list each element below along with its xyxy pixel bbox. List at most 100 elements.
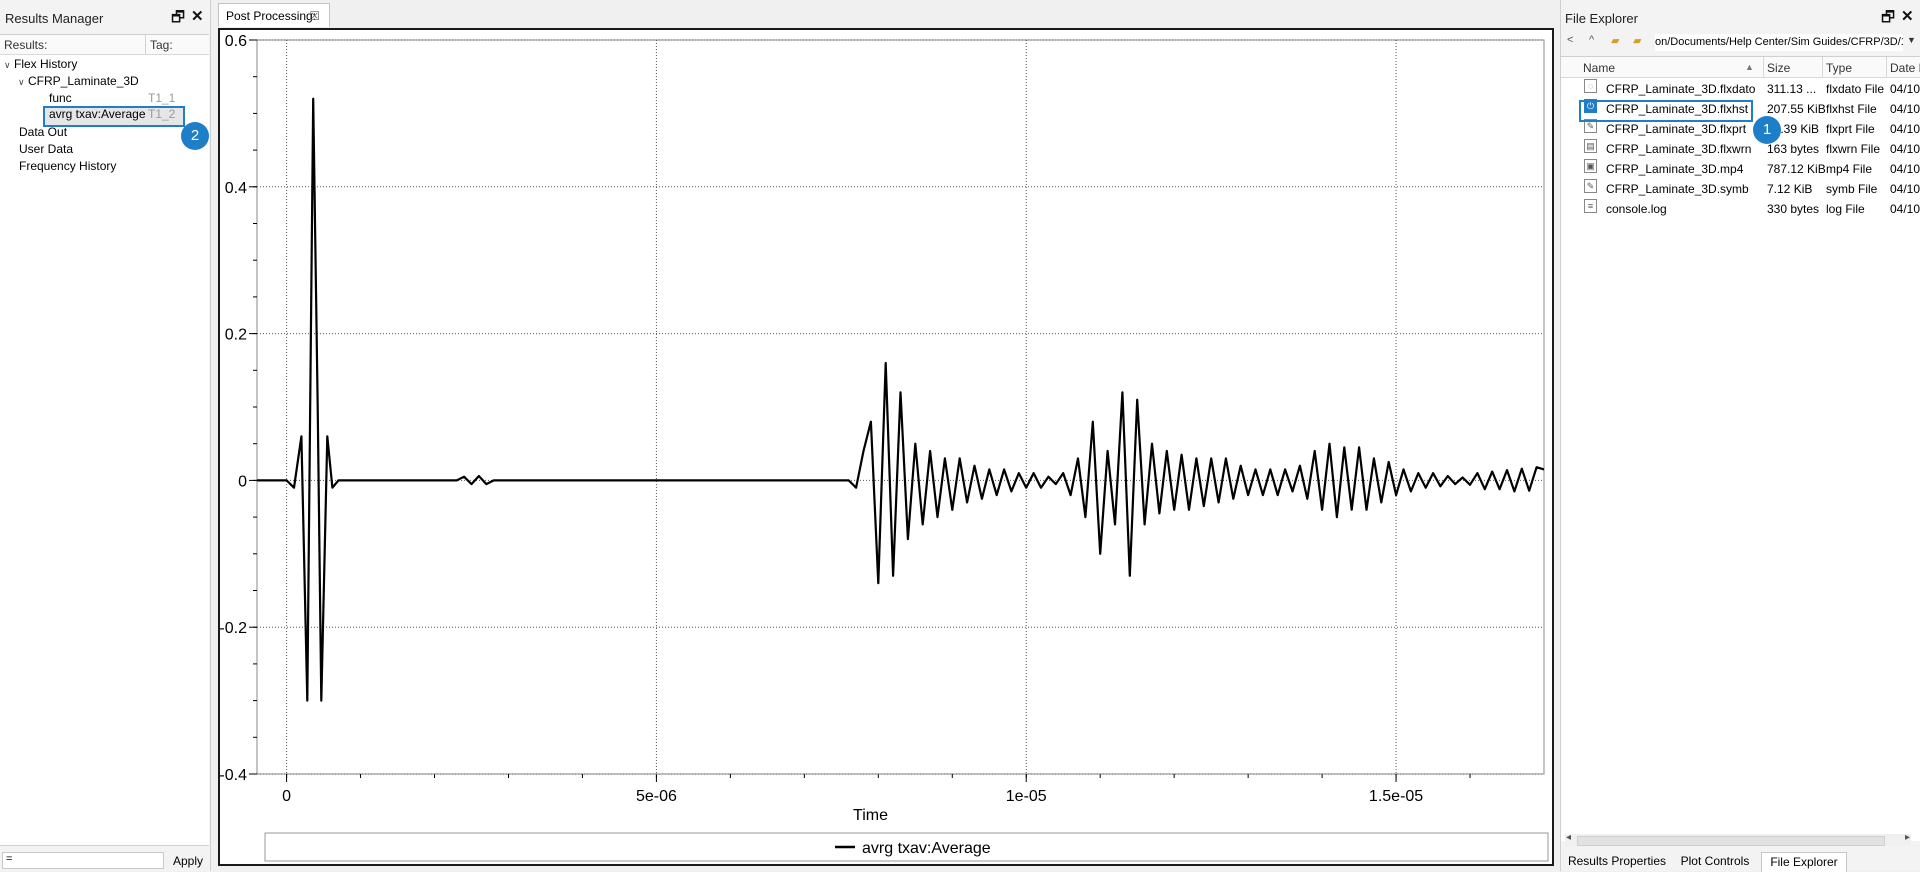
file-row[interactable]: ✎ CFRP_Laminate_3D.symb 7.12 KiB symb File 0… — [1561, 179, 1920, 199]
tab-results-properties[interactable]: Results Properties — [1565, 852, 1669, 871]
file-date: 04/10/ — [1890, 162, 1920, 176]
file-size: 7.12 KiB — [1767, 182, 1813, 196]
tree-model[interactable]: ∨ CFRP_Laminate_3D — [18, 73, 139, 89]
results-tree-header: Results: Tag: — [0, 35, 209, 55]
tree-frequency-history[interactable]: Frequency History — [19, 158, 116, 174]
file-date: 04/10/ — [1890, 182, 1920, 196]
close-icon[interactable]: ✕ — [1901, 7, 1914, 25]
y-tick-label: -0.2 — [220, 620, 247, 637]
file-type: log File — [1826, 202, 1865, 216]
file-row[interactable]: ▤ CFRP_Laminate_3D.flxwrn 163 bytes flxwrn … — [1561, 139, 1920, 159]
restore-icon[interactable]: 🗗 — [1881, 7, 1895, 32]
file-name: console.log — [1606, 202, 1667, 216]
file-size: 207.55 KiB — [1767, 102, 1826, 116]
post-processing-panel: Post Processing: ☒ 0 5e-06 1e-05 1.5e-05 -0.… — [214, 0, 1558, 871]
tree-data-out[interactable]: Data Out — [19, 124, 67, 140]
sort-ascending-icon[interactable]: ▲ — [1745, 62, 1754, 72]
file-row[interactable]: ≡ console.log 330 bytes log File 04/10/ — [1561, 199, 1920, 219]
file-size: 311.13 ... — [1767, 82, 1817, 96]
file-date: 04/10/ — [1890, 202, 1920, 216]
file-date: 04/10/ — [1890, 122, 1920, 136]
apply-button[interactable]: Apply — [168, 852, 208, 870]
col-size[interactable]: Size — [1767, 61, 1790, 75]
y-tick-label: -0.4 — [220, 767, 247, 784]
file-explorer-panel: File Explorer 🗗 ✕ < ^ ▰ ▰ on/Documents/H… — [1560, 0, 1920, 872]
tree-label: CFRP_Laminate_3D — [28, 74, 139, 88]
tree-flex-history[interactable]: ∨ Flex History — [4, 56, 77, 72]
x-tick-label: 1.5e-05 — [1369, 788, 1423, 805]
path-field[interactable]: on/Documents/Help Center/Sim Guides/CFRP… — [1655, 34, 1903, 51]
x-tick-label: 1e-05 — [1006, 788, 1047, 805]
col-type[interactable]: Type — [1826, 61, 1852, 75]
close-icon[interactable]: ✕ — [191, 7, 204, 25]
collapse-arrow-icon[interactable]: ∨ — [18, 74, 28, 90]
video-file-icon: ▣ — [1584, 159, 1597, 173]
file-type: flxprt File — [1826, 122, 1875, 136]
y-tick-label: 0 — [238, 473, 247, 490]
tab-label: Post Processing: — [226, 9, 317, 23]
tree-label: Flex History — [14, 57, 78, 71]
filter-row: = Apply — [0, 852, 209, 871]
file-list-header: Name ▲ Size Type Date M — [1561, 57, 1920, 78]
line-chart[interactable]: 0 5e-06 1e-05 1.5e-05 -0.4 -0.2 0 0.2 0.4 0.6 Time… — [220, 30, 1552, 864]
series-line — [257, 97, 1545, 702]
file-type: flxhst File — [1826, 102, 1877, 116]
file-size: 163 bytes — [1767, 142, 1820, 156]
back-icon[interactable]: < — [1567, 34, 1573, 46]
file-name: CFRP_Laminate_3D.flxwrn — [1606, 142, 1752, 156]
scroll-right-icon[interactable]: ▸ — [1905, 832, 1910, 843]
file-name: CFRP_Laminate_3D.symb — [1606, 182, 1749, 196]
data-file-icon: ◌ — [1584, 79, 1597, 93]
y-tick-label: 0.4 — [225, 180, 247, 197]
filter-input[interactable]: = — [2, 852, 164, 869]
tree-avg-label: avrg txav:Average — [49, 107, 146, 121]
restore-icon[interactable]: 🗗 — [171, 7, 185, 32]
collapse-arrow-icon[interactable]: ∨ — [4, 57, 14, 73]
selected-file-highlight — [1579, 100, 1753, 122]
tab-file-explorer[interactable]: File Explorer — [1761, 852, 1847, 872]
file-toolbar: < ^ ▰ ▰ on/Documents/Help Center/Sim Gui… — [1561, 32, 1920, 52]
open-folder-icon[interactable]: ▰ — [1633, 34, 1641, 47]
file-type: flxdato File — [1826, 82, 1885, 96]
results-manager-panel: Results Manager 🗗 ✕ Results: Tag: ∨ Flex … — [0, 0, 211, 871]
up-icon[interactable]: ^ — [1589, 34, 1594, 46]
file-name: CFRP_Laminate_3D.flxdato — [1606, 82, 1756, 96]
scrollbar-thumb[interactable] — [1577, 836, 1885, 846]
file-size: 330 bytes — [1767, 202, 1820, 216]
file-row[interactable]: ✎ CFRP_Laminate_3D.flxprt 91.39 KiB flxprt … — [1561, 119, 1920, 139]
file-list[interactable]: Name ▲ Size Type Date M ◌ CFRP_Laminate_3… — [1561, 56, 1920, 841]
tree-user-data[interactable]: User Data — [19, 141, 73, 157]
file-type: mp4 File — [1826, 162, 1873, 176]
file-date: 04/10/ — [1890, 102, 1920, 116]
col-name[interactable]: Name — [1583, 61, 1615, 75]
file-row[interactable]: ◌ CFRP_Laminate_3D.flxdato 311.13 ... flxda… — [1561, 79, 1920, 99]
file-date: 04/10/ — [1890, 142, 1920, 156]
file-type: symb File — [1826, 182, 1878, 196]
col-results[interactable]: Results: — [4, 38, 47, 52]
file-type: flxwrn File — [1826, 142, 1881, 156]
x-tick-label: 0 — [282, 788, 291, 805]
warning-file-icon: ▤ — [1584, 139, 1597, 153]
col-tag[interactable]: Tag: — [150, 38, 173, 52]
col-date[interactable]: Date M — [1890, 61, 1920, 75]
file-explorer-title: File Explorer — [1565, 11, 1638, 26]
tree-label: func — [49, 91, 72, 105]
scroll-left-icon[interactable]: ◂ — [1566, 832, 1571, 843]
tab-post-processing[interactable]: Post Processing: ☒ — [218, 3, 330, 27]
file-size: 787.12 KiB — [1767, 162, 1826, 176]
tab-close-icon[interactable]: ☒ — [309, 4, 320, 28]
new-folder-icon[interactable]: ▰ — [1611, 34, 1619, 47]
path-dropdown-icon[interactable]: ▼ — [1907, 35, 1916, 45]
tab-plot-controls[interactable]: Plot Controls — [1671, 852, 1759, 871]
y-tick-label: 0.6 — [225, 33, 247, 50]
legend-label: avrg txav:Average — [862, 840, 991, 857]
x-tick-label: 5e-06 — [636, 788, 677, 805]
plot-frame[interactable]: 0 5e-06 1e-05 1.5e-05 -0.4 -0.2 0 0.2 0.4 0.6 Time… — [218, 28, 1554, 866]
horizontal-scrollbar[interactable]: ◂ ▸ — [1565, 832, 1911, 846]
file-date: 04/10/ — [1890, 82, 1920, 96]
file-row[interactable]: ▣ CFRP_Laminate_3D.mp4 787.12 KiB mp4 File 0… — [1561, 159, 1920, 179]
x-axis-label: Time — [853, 807, 888, 824]
bottom-tabs: Results Properties Plot Controls File Ex… — [1561, 852, 1920, 872]
tree-func[interactable]: func — [49, 90, 72, 106]
file-name: CFRP_Laminate_3D.flxprt — [1606, 122, 1747, 136]
